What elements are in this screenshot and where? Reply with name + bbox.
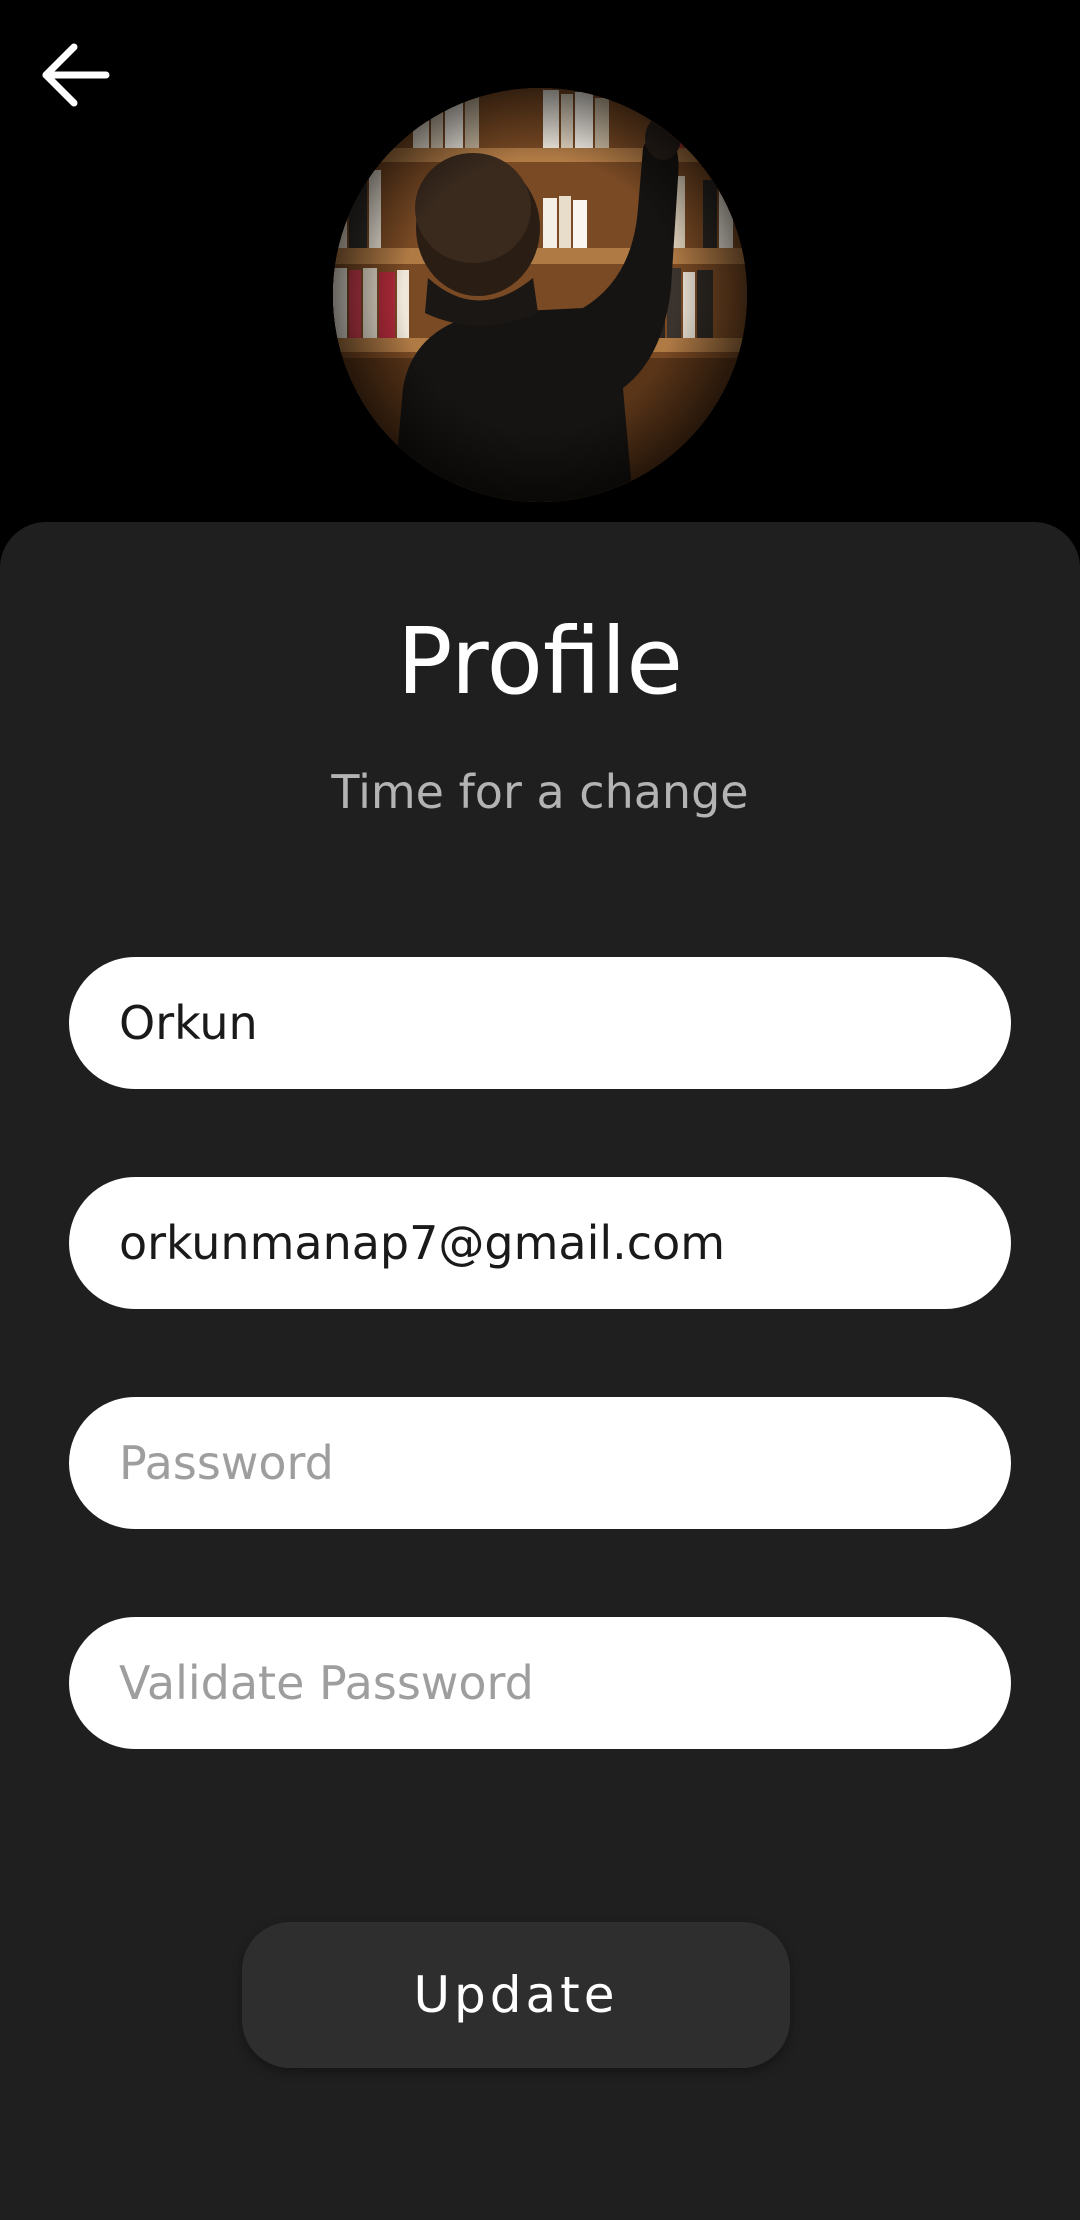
page-subtitle: Time for a change bbox=[331, 765, 749, 819]
validate-password-field[interactable] bbox=[69, 1617, 1011, 1749]
name-field[interactable] bbox=[69, 957, 1011, 1089]
back-button[interactable] bbox=[30, 30, 120, 120]
update-button[interactable]: Update bbox=[242, 1922, 790, 2068]
profile-card: Profile Time for a change Update bbox=[0, 522, 1080, 2220]
profile-photo bbox=[333, 88, 747, 502]
page-title: Profile bbox=[396, 608, 684, 715]
profile-screen: Profile Time for a change Update bbox=[0, 0, 1080, 2220]
password-field[interactable] bbox=[69, 1397, 1011, 1529]
email-field[interactable] bbox=[69, 1177, 1011, 1309]
arrow-left-icon bbox=[42, 43, 110, 107]
avatar[interactable] bbox=[333, 88, 747, 502]
